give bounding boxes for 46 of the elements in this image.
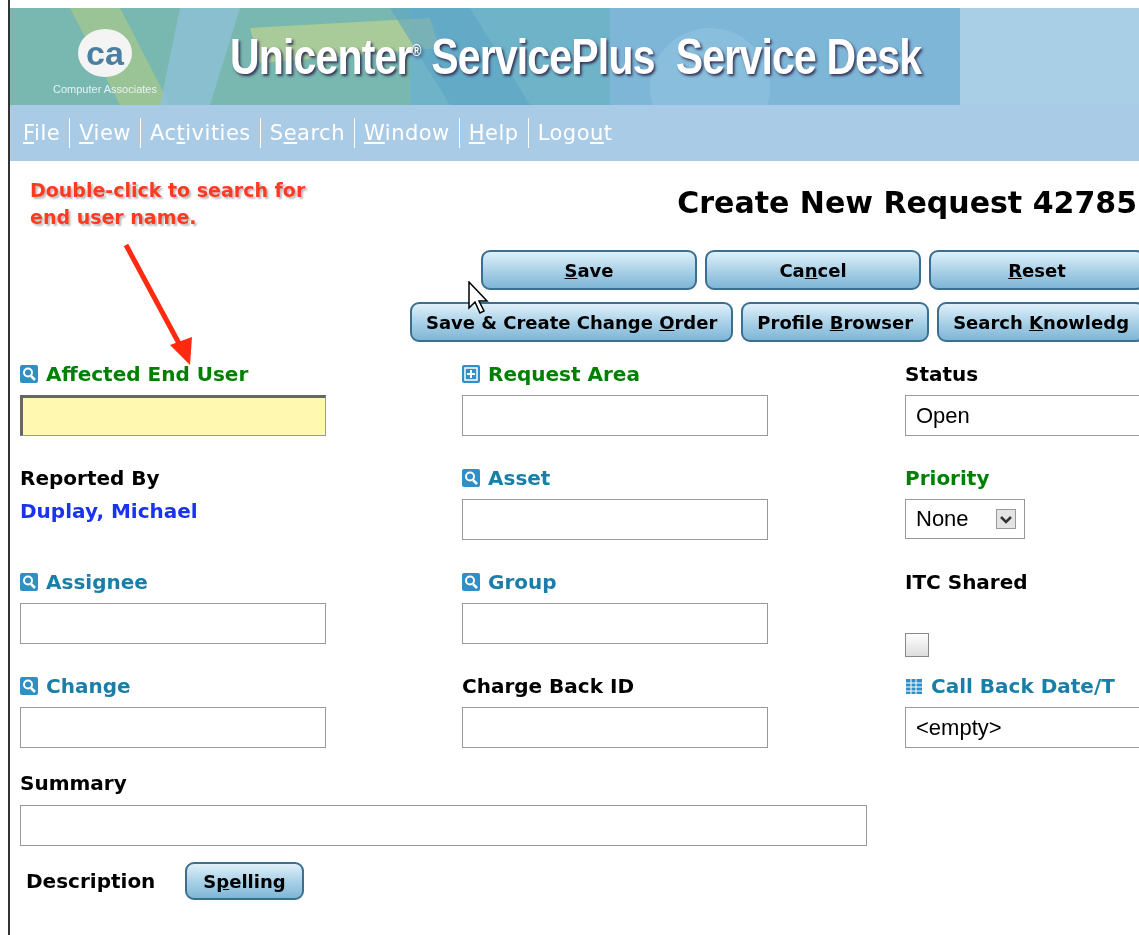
page-title: Create New Request 42785	[677, 185, 1138, 220]
field-label: Call Back Date/T	[931, 674, 1115, 698]
input-field[interactable]	[20, 707, 326, 748]
field-label: Summary	[20, 771, 128, 795]
search-icon[interactable]	[462, 469, 480, 487]
app-title: Unicenter$^{®}$ ServicePlus Service Desk	[230, 27, 922, 86]
field-label: Charge Back ID	[462, 674, 635, 698]
input-field[interactable]: Open	[905, 395, 1139, 436]
search-icon[interactable]	[462, 573, 480, 591]
action-button[interactable]: Save & Create Change Order	[410, 302, 734, 342]
input-field[interactable]: <empty>	[905, 707, 1139, 748]
field-label: Asset	[488, 466, 551, 490]
field-label: Status	[905, 362, 979, 386]
input-field[interactable]	[20, 395, 326, 436]
field-label: Group	[488, 570, 557, 594]
expand-icon[interactable]	[462, 365, 480, 383]
field-label: Priority	[905, 466, 990, 490]
input-field[interactable]	[462, 499, 768, 540]
action-button[interactable]: Save	[481, 250, 698, 290]
spelling-button[interactable]: Spelling	[185, 862, 304, 900]
field-label: Description	[26, 869, 156, 893]
action-button[interactable]: Cancel	[705, 250, 922, 290]
annotation-text: Double-click to search for end user name.	[30, 178, 307, 230]
company-name: Computer Associates	[53, 82, 157, 95]
action-button[interactable]: Profile Browser	[741, 302, 930, 342]
field-label: Change	[46, 674, 131, 698]
priority-dropdown[interactable]: None	[905, 499, 1025, 539]
field-label: Affected End User	[46, 362, 249, 386]
calendar-icon[interactable]	[905, 677, 923, 695]
dropdown-icon	[996, 509, 1016, 529]
field-label: Assignee	[46, 570, 148, 594]
field-label: ITC Shared	[905, 570, 1028, 594]
input-field[interactable]	[20, 603, 326, 644]
user-link[interactable]: Duplay, Michael	[20, 499, 462, 523]
field-label: Request Area	[488, 362, 640, 386]
checkbox[interactable]	[905, 633, 929, 657]
input-field[interactable]	[462, 603, 768, 644]
input-field[interactable]	[462, 395, 768, 436]
summary-field[interactable]	[20, 805, 867, 846]
search-icon[interactable]	[20, 365, 38, 383]
input-field[interactable]	[462, 707, 768, 748]
search-icon[interactable]	[20, 573, 38, 591]
action-button[interactable]: Reset	[929, 250, 1139, 290]
field-label: Reported By	[20, 466, 160, 490]
action-button[interactable]: Search Knowledg	[937, 302, 1139, 342]
search-icon[interactable]	[20, 677, 38, 695]
